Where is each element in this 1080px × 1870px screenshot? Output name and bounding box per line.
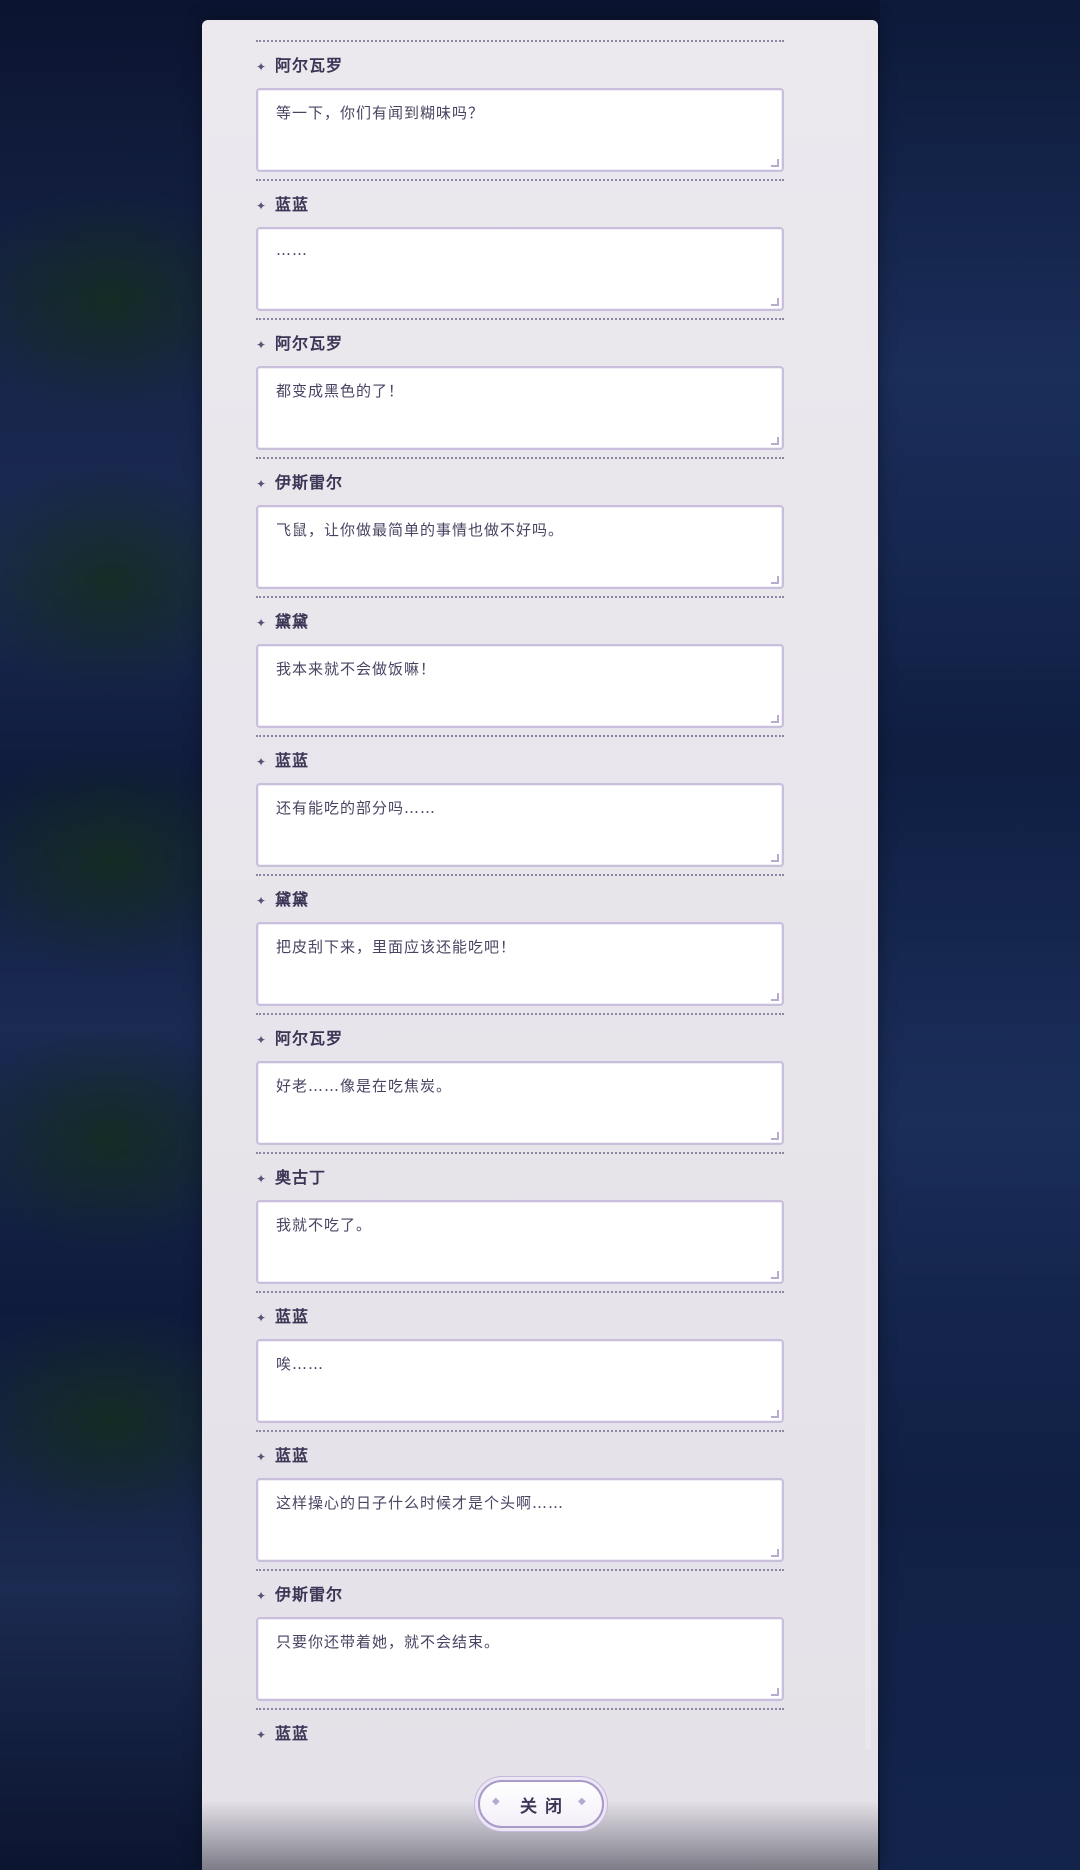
sparkle-icon: ✦ — [256, 199, 267, 213]
close-button-label: 关闭 — [520, 1796, 570, 1817]
log-entry: ✦ 奥古丁 我就不吃了。 — [256, 1154, 784, 1291]
dialogue-text: 都变成黑色的了！ — [276, 382, 405, 400]
dialogue-text: 飞鼠，让你做最简单的事情也做不好吗。 — [276, 521, 565, 539]
speaker-name: 黛黛 — [275, 890, 310, 909]
log-entry: ✦ 蓝蓝 唉…… — [256, 1293, 784, 1430]
speaker-name: 伊斯雷尔 — [275, 1585, 344, 1604]
speaker-row: ✦ 蓝蓝 — [256, 1442, 309, 1466]
log-entry: ✦ 阿尔瓦罗 都变成黑色的了！ — [256, 320, 784, 457]
speaker-row: ✦ 黛黛 — [256, 886, 309, 910]
dialogue-bubble: 等一下，你们有闻到糊味吗？ — [256, 88, 784, 172]
dialogue-text: 这样操心的日子什么时候才是个头啊…… — [276, 1494, 565, 1512]
dialogue-bubble: …… — [256, 227, 784, 311]
log-entry: ✦ 黛黛 把皮刮下来，里面应该还能吃吧！ — [256, 876, 784, 1013]
scrollbar-thumb[interactable] — [865, 40, 871, 1750]
dialogue-text: 我就不吃了。 — [276, 1216, 373, 1234]
speaker-row: ✦ 伊斯雷尔 — [256, 469, 343, 493]
dialogue-bubble: 唉…… — [256, 1339, 784, 1423]
speaker-row: ✦ 蓝蓝 — [256, 747, 309, 771]
speaker-name: 蓝蓝 — [275, 1724, 310, 1743]
dialogue-text: 把皮刮下来，里面应该还能吃吧！ — [276, 938, 517, 956]
log-entry: ✦ 黛黛 我本来就不会做饭嘛！ — [256, 598, 784, 735]
dialogue-bubble: 只要你还带着她，就不会结束。 — [256, 1617, 784, 1701]
speaker-name: 奥古丁 — [275, 1168, 327, 1187]
sparkle-icon: ✦ — [256, 1589, 267, 1603]
sparkle-icon: ✦ — [256, 616, 267, 630]
log-entry: ✦ 蓝蓝 还有能吃的部分吗…… — [256, 737, 784, 874]
sparkle-icon: ✦ — [256, 60, 267, 74]
night-sea-background — [880, 0, 1080, 1870]
log-entry: ✦ 阿尔瓦罗 好老……像是在吃焦炭。 — [256, 1015, 784, 1152]
speaker-name: 黛黛 — [275, 612, 310, 631]
speaker-name: 伊斯雷尔 — [275, 473, 344, 492]
speaker-name: 阿尔瓦罗 — [275, 1029, 344, 1048]
dialogue-text: 等一下，你们有闻到糊味吗？ — [276, 104, 485, 122]
dialogue-text: 还有能吃的部分吗…… — [276, 799, 437, 817]
speaker-row: ✦ 阿尔瓦罗 — [256, 1025, 343, 1049]
dialogue-text: 我本来就不会做饭嘛！ — [276, 660, 437, 678]
dialogue-text: 好老……像是在吃焦炭。 — [276, 1077, 453, 1095]
sparkle-icon: ✦ — [256, 755, 267, 769]
dialogue-text: 唉…… — [276, 1355, 325, 1373]
sparkle-icon: ✦ — [256, 894, 267, 908]
diamond-icon: ◆ — [578, 1796, 586, 1807]
speaker-row: ✦ 蓝蓝 — [256, 1303, 309, 1327]
dialogue-bubble: 我就不吃了。 — [256, 1200, 784, 1284]
speaker-name: 蓝蓝 — [275, 1446, 310, 1465]
sparkle-icon: ✦ — [256, 1728, 267, 1742]
dialogue-text: …… — [276, 241, 308, 259]
sparkle-icon: ✦ — [256, 477, 267, 491]
dialogue-text: 只要你还带着她，就不会结束。 — [276, 1633, 501, 1651]
speaker-name: 蓝蓝 — [275, 1307, 310, 1326]
speaker-row: ✦ 阿尔瓦罗 — [256, 52, 343, 76]
speaker-row: ✦ 蓝蓝 — [256, 1720, 309, 1744]
log-entry: ✦ 阿尔瓦罗 等一下，你们有闻到糊味吗？ — [256, 42, 784, 179]
dialogue-bubble: 好老……像是在吃焦炭。 — [256, 1061, 784, 1145]
sparkle-icon: ✦ — [256, 1311, 267, 1325]
speaker-name: 阿尔瓦罗 — [275, 334, 344, 353]
dialogue-bubble: 还有能吃的部分吗…… — [256, 783, 784, 867]
diamond-icon: ◆ — [492, 1796, 500, 1807]
dialogue-log-list[interactable]: ✦ 阿尔瓦罗 等一下，你们有闻到糊味吗？ ✦ 蓝蓝 …… ✦ 阿尔瓦罗 都变成黑… — [256, 40, 784, 1750]
speaker-name: 阿尔瓦罗 — [275, 56, 344, 75]
dialogue-bubble: 把皮刮下来，里面应该还能吃吧！ — [256, 922, 784, 1006]
speaker-row: ✦ 蓝蓝 — [256, 191, 309, 215]
log-entry: ✦ 蓝蓝 …… — [256, 181, 784, 318]
speaker-row: ✦ 黛黛 — [256, 608, 309, 632]
dialogue-bubble: 都变成黑色的了！ — [256, 366, 784, 450]
log-entry: ✦ 蓝蓝 这样操心的日子什么时候才是个头啊…… — [256, 1432, 784, 1569]
sparkle-icon: ✦ — [256, 1033, 267, 1047]
log-entry-partial: ✦ 蓝蓝 — [256, 1710, 784, 1750]
sparkle-icon: ✦ — [256, 1450, 267, 1464]
sparkle-icon: ✦ — [256, 1172, 267, 1186]
speaker-row: ✦ 奥古丁 — [256, 1164, 326, 1188]
dialogue-bubble: 飞鼠，让你做最简单的事情也做不好吗。 — [256, 505, 784, 589]
sparkle-icon: ✦ — [256, 338, 267, 352]
log-entry: ✦ 伊斯雷尔 飞鼠，让你做最简单的事情也做不好吗。 — [256, 459, 784, 596]
speaker-row: ✦ 阿尔瓦罗 — [256, 330, 343, 354]
speaker-name: 蓝蓝 — [275, 751, 310, 770]
speaker-name: 蓝蓝 — [275, 195, 310, 214]
log-entry: ✦ 伊斯雷尔 只要你还带着她，就不会结束。 — [256, 1571, 784, 1708]
dialogue-bubble: 我本来就不会做饭嘛！ — [256, 644, 784, 728]
speaker-row: ✦ 伊斯雷尔 — [256, 1581, 343, 1605]
dialogue-bubble: 这样操心的日子什么时候才是个头啊…… — [256, 1478, 784, 1562]
close-button[interactable]: ◆ 关闭 ◆ — [478, 1780, 604, 1828]
